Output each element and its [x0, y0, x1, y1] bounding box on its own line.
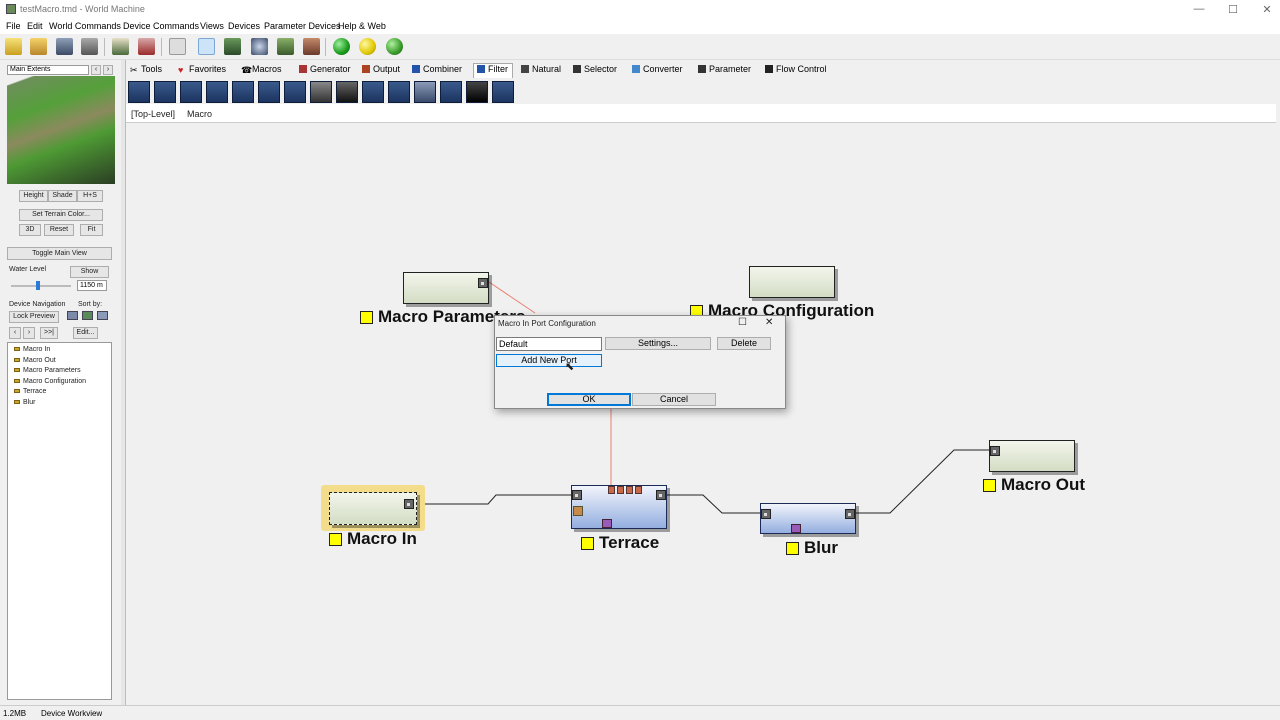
blur-node[interactable]: [760, 503, 856, 534]
param-port[interactable]: [635, 486, 642, 494]
macro-parameters-node[interactable]: [403, 272, 489, 304]
output-port[interactable]: [478, 278, 488, 288]
yellow-marker: [581, 536, 594, 550]
add-new-port-button[interactable]: Add New Port: [496, 354, 602, 367]
terrace-label: Terrace: [581, 533, 659, 553]
dialog-title: Macro In Port Configuration: [498, 319, 596, 328]
settings-button[interactable]: Settings...: [605, 337, 711, 350]
mode-status: Device Workview: [41, 709, 103, 718]
blur-label: Blur: [786, 538, 838, 558]
delete-button[interactable]: Delete: [717, 337, 771, 350]
macro-configuration-node[interactable]: [749, 266, 835, 298]
purple-port[interactable]: [791, 524, 801, 533]
param-port[interactable]: [617, 486, 624, 494]
yellow-marker: [786, 541, 799, 555]
yellow-marker: [329, 532, 342, 546]
wire-in-terrace: [418, 494, 572, 505]
input-port[interactable]: [761, 509, 771, 519]
macro-out-label: Macro Out: [983, 475, 1085, 495]
param-port[interactable]: [608, 486, 615, 494]
mask-port[interactable]: [573, 506, 583, 516]
macro-in-port-dialog: Macro In Port Configuration ☐ ✕ Default …: [494, 315, 786, 409]
terrace-node[interactable]: [571, 485, 667, 529]
ok-button[interactable]: OK: [547, 393, 631, 406]
purple-port[interactable]: [602, 519, 612, 528]
yellow-marker: [983, 478, 996, 492]
output-port[interactable]: [845, 509, 855, 519]
output-port[interactable]: [656, 490, 666, 500]
input-port[interactable]: [990, 446, 1000, 456]
port-name-input[interactable]: Default: [496, 337, 602, 351]
output-port[interactable]: [404, 499, 414, 509]
param-port[interactable]: [626, 486, 633, 494]
wire-terrace-blur: [666, 494, 762, 514]
memory-status: 1.2MB: [3, 709, 27, 718]
input-port[interactable]: [572, 490, 582, 500]
macro-out-node[interactable]: [989, 440, 1075, 472]
dialog-close-icon[interactable]: ✕: [765, 317, 773, 328]
dialog-maximize-icon[interactable]: ☐: [738, 317, 747, 328]
cursor-icon: ⬉: [565, 361, 575, 373]
yellow-marker: [360, 310, 373, 324]
macro-in-node[interactable]: [329, 492, 417, 525]
status-bar: 1.2MB Device Workview: [0, 705, 1280, 720]
macro-in-label: Macro In: [329, 529, 417, 549]
cancel-button[interactable]: Cancel: [632, 393, 716, 406]
wire-blur-out: [856, 449, 991, 514]
